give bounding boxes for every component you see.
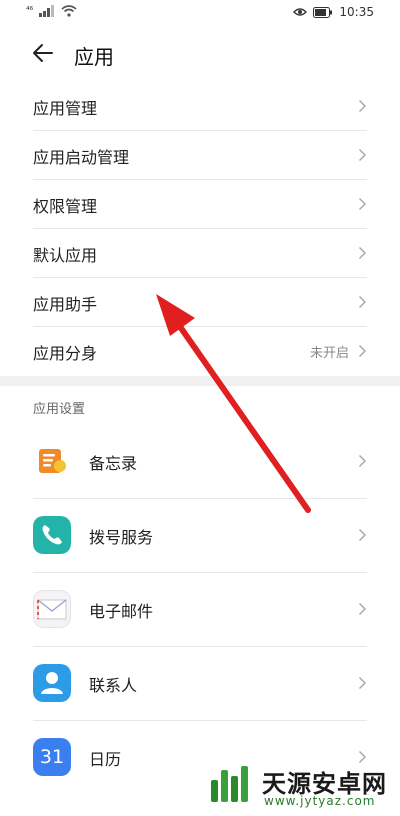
status-bar: ⁴⁶ 10:35 — [0, 0, 400, 26]
calendar-icon: 31 — [33, 738, 71, 776]
row-label: 应用管理 — [33, 99, 98, 118]
chevron-right-icon — [358, 246, 367, 260]
chevron-right-icon — [358, 528, 367, 542]
app-item-dialer[interactable]: 拨号服务 — [33, 499, 367, 573]
row-default-apps[interactable]: 默认应用 — [33, 229, 367, 278]
memo-icon — [33, 442, 71, 480]
app-item-memo[interactable]: 备忘录 — [33, 425, 367, 499]
phone-icon — [33, 516, 71, 554]
status-left: ⁴⁶ — [26, 5, 77, 17]
watermark-logo — [211, 766, 248, 802]
row-label: 权限管理 — [33, 197, 98, 216]
page-title: 应用 — [74, 45, 114, 69]
chevron-right-icon — [358, 295, 367, 309]
row-app-twin[interactable]: 应用分身 未开启 — [33, 327, 367, 375]
app-label: 电子邮件 — [89, 602, 154, 621]
chevron-right-icon — [358, 676, 367, 690]
watermark: 天源安卓网 www.jytyaz.com — [206, 760, 396, 812]
row-label: 默认应用 — [33, 246, 98, 265]
row-app-assistant[interactable]: 应用助手 — [33, 278, 367, 327]
app-label: 备忘录 — [89, 454, 138, 473]
settings-list: 应用管理 应用启动管理 权限管理 默认应用 应用助手 应用分身 未开启 — [0, 82, 400, 375]
chevron-right-icon — [358, 197, 367, 211]
eye-comfort-icon — [293, 8, 308, 16]
contacts-icon — [33, 664, 71, 702]
watermark-url: www.jytyaz.com — [264, 794, 376, 808]
chevron-right-icon — [358, 148, 367, 162]
chevron-right-icon — [358, 344, 367, 358]
row-label: 应用启动管理 — [33, 148, 130, 167]
row-label: 应用助手 — [33, 295, 98, 314]
status-right: 10:35 — [293, 5, 374, 19]
signal-label: ⁴⁶ — [26, 6, 34, 16]
row-permission-management[interactable]: 权限管理 — [33, 180, 367, 229]
chevron-right-icon — [358, 99, 367, 113]
app-label: 拨号服务 — [89, 528, 154, 547]
calendar-badge: 31 — [39, 746, 65, 768]
app-item-contacts[interactable]: 联系人 — [33, 647, 367, 721]
row-label: 应用分身 — [33, 344, 98, 363]
signal-icon — [39, 5, 55, 17]
row-app-launch-management[interactable]: 应用启动管理 — [33, 131, 367, 180]
chevron-right-icon — [358, 602, 367, 616]
wifi-icon — [61, 5, 77, 17]
title-bar: 应用 — [0, 28, 400, 80]
section-title: 应用设置 — [33, 402, 86, 417]
status-time: 10:35 — [339, 5, 374, 19]
email-icon — [33, 590, 71, 628]
battery-icon — [313, 6, 333, 18]
app-label: 日历 — [89, 750, 122, 769]
row-app-management[interactable]: 应用管理 — [33, 82, 367, 131]
back-arrow-icon[interactable] — [30, 40, 56, 66]
app-item-email[interactable]: 电子邮件 — [33, 573, 367, 647]
app-label: 联系人 — [89, 676, 138, 695]
app-settings-list: 备忘录 拨号服务 电子邮件 联系人 31 日历 — [0, 425, 400, 794]
chevron-right-icon — [358, 454, 367, 468]
section-divider — [0, 376, 400, 386]
row-value: 未开启 — [309, 346, 349, 361]
